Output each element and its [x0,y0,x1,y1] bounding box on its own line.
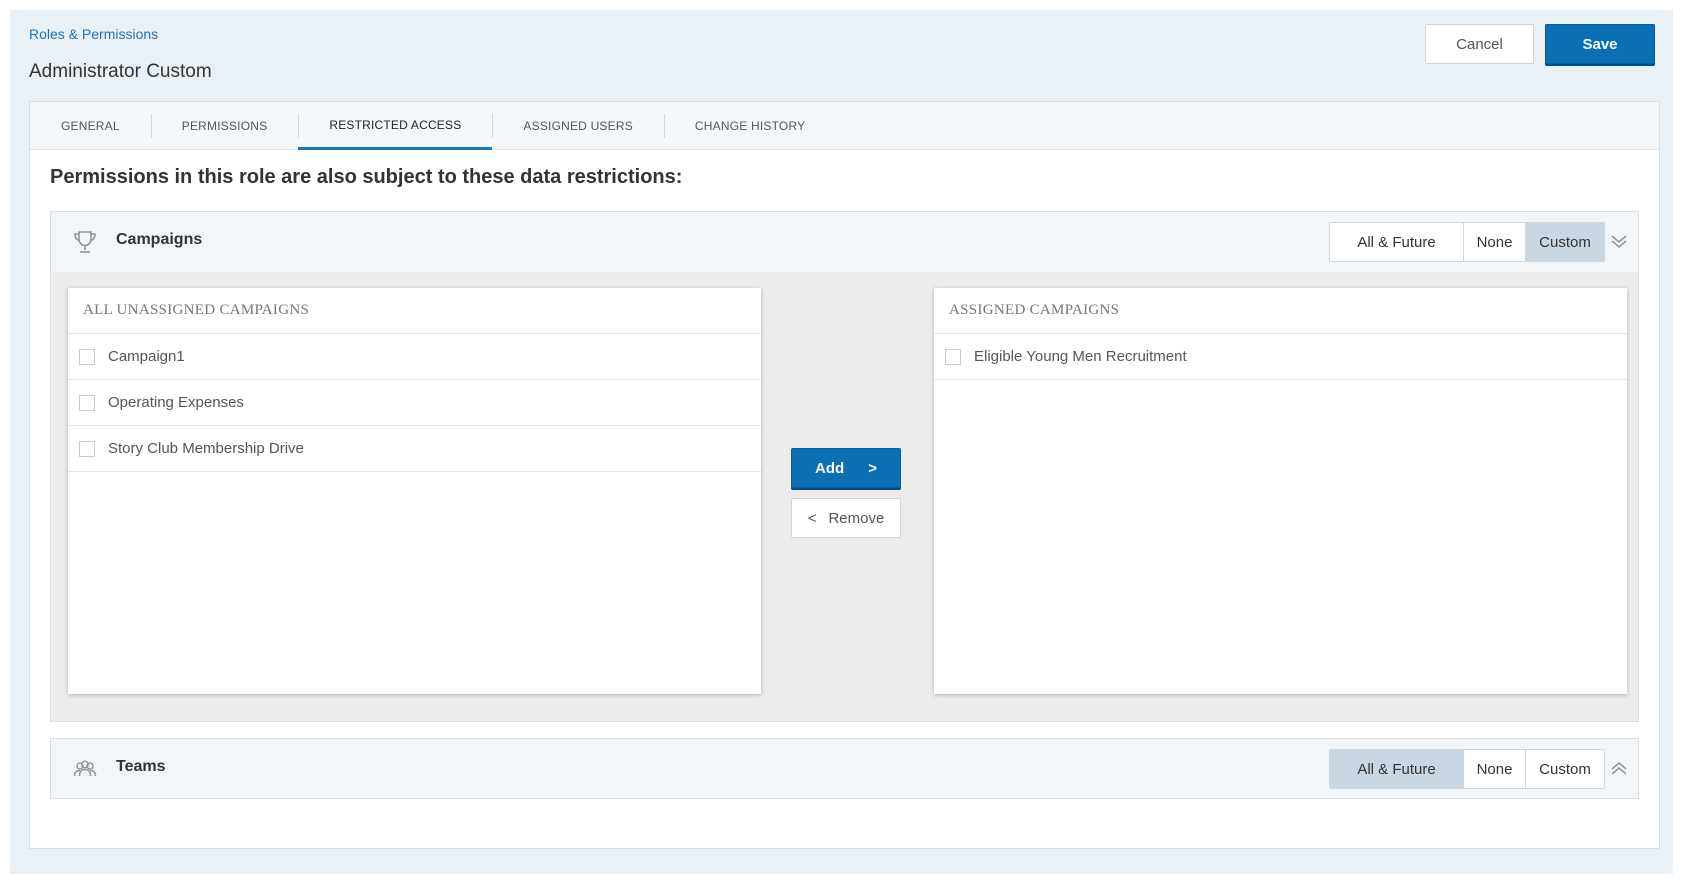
tab-bar: GENERAL PERMISSIONS RESTRICTED ACCESS AS… [30,102,1659,150]
tab-permissions[interactable]: PERMISSIONS [150,102,299,150]
trophy-icon [71,228,99,256]
role-card: GENERAL PERMISSIONS RESTRICTED ACCESS AS… [29,101,1660,849]
list-item[interactable]: Operating Expenses [68,380,761,426]
add-button-label: Add [815,459,845,477]
list-item-label: Eligible Young Men Recruitment [974,348,1187,365]
list-item[interactable]: Story Club Membership Drive [68,426,761,472]
chevron-left-icon: < [807,509,817,527]
remove-button-label: Remove [828,509,885,527]
campaigns-option-custom[interactable]: Custom [1526,223,1604,261]
unassigned-campaigns-list: ALL UNASSIGNED CAMPAIGNS Campaign1 Opera… [68,288,761,694]
campaigns-option-none[interactable]: None [1464,223,1526,261]
checkbox[interactable] [79,440,95,457]
add-button[interactable]: Add > [791,448,901,488]
page-title: Administrator Custom [29,61,212,82]
chevron-right-icon: > [868,459,877,477]
tab-general[interactable]: GENERAL [30,102,151,150]
campaigns-option-all-future[interactable]: All & Future [1330,223,1464,261]
list-item-label: Operating Expenses [108,394,244,411]
save-button[interactable]: Save [1545,24,1655,64]
list-item[interactable]: Campaign1 [68,334,761,380]
breadcrumb[interactable]: Roles & Permissions [29,26,158,42]
assigned-campaigns-list: ASSIGNED CAMPAIGNS Eligible Young Men Re… [934,288,1627,694]
list-header: ASSIGNED CAMPAIGNS [934,288,1627,334]
campaigns-panel: Campaigns All & Future None Custom ALL U… [50,211,1639,722]
section-heading: Permissions in this role are also subjec… [50,166,683,188]
tab-assigned-users[interactable]: ASSIGNED USERS [492,102,664,150]
list-header: ALL UNASSIGNED CAMPAIGNS [68,288,761,334]
chevron-double-up-icon[interactable] [1609,757,1629,781]
teams-panel: Teams All & Future None Custom [50,738,1639,799]
group-icon [71,755,99,783]
list-item[interactable]: Eligible Young Men Recruitment [934,334,1627,380]
checkbox[interactable] [79,394,95,411]
checkbox[interactable] [945,348,961,365]
remove-button[interactable]: < Remove [791,498,901,538]
tab-restricted-access[interactable]: RESTRICTED ACCESS [298,102,493,150]
teams-option-custom[interactable]: Custom [1526,750,1604,788]
chevron-double-down-icon[interactable] [1609,230,1629,254]
cancel-button[interactable]: Cancel [1425,24,1534,64]
campaigns-panel-body: ALL UNASSIGNED CAMPAIGNS Campaign1 Opera… [51,272,1638,721]
list-item-label: Campaign1 [108,348,185,365]
tab-change-history[interactable]: CHANGE HISTORY [663,102,836,150]
teams-option-none[interactable]: None [1464,750,1526,788]
checkbox[interactable] [79,348,95,365]
campaigns-access-toggle: All & Future None Custom [1329,222,1605,262]
list-item-label: Story Club Membership Drive [108,440,304,457]
teams-option-all-future[interactable]: All & Future [1330,750,1464,788]
teams-panel-header: Teams All & Future None Custom [51,739,1638,799]
campaigns-panel-header: Campaigns All & Future None Custom [51,212,1638,272]
teams-access-toggle: All & Future None Custom [1329,749,1605,789]
teams-title: Teams [116,758,166,775]
campaigns-title: Campaigns [116,231,203,248]
